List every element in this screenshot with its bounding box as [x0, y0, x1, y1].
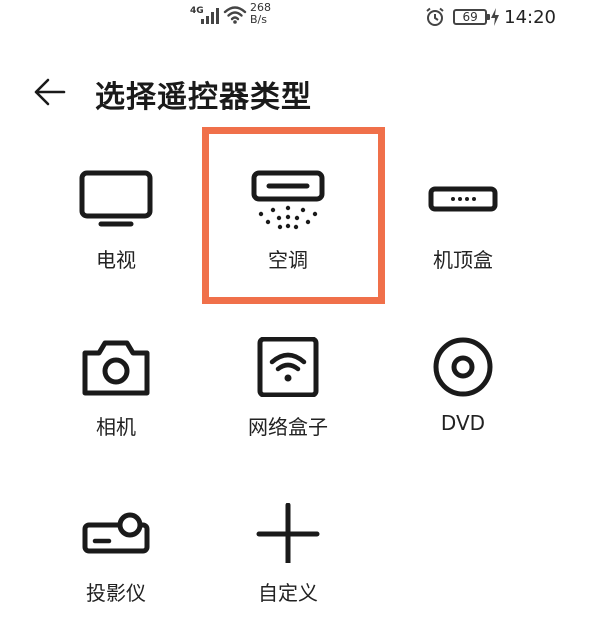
device-label: 投影仪	[86, 581, 146, 605]
alarm-icon	[426, 7, 444, 26]
battery-indicator: 69	[453, 9, 491, 25]
charging-icon	[491, 8, 500, 26]
device-label: 电视	[96, 248, 136, 272]
device-custom[interactable]: 自定义	[213, 503, 363, 606]
device-set-top-box[interactable]: 机顶盒	[388, 170, 538, 273]
plus-icon	[256, 503, 320, 563]
network-speed: 268 B/s	[250, 2, 271, 26]
device-air-conditioner[interactable]: 空调	[213, 170, 363, 273]
tv-icon	[79, 170, 153, 227]
clock: 14:20	[504, 6, 556, 28]
device-tv[interactable]: 电视	[41, 170, 191, 273]
speed-unit: B/s	[250, 13, 267, 26]
status-bar: 4G 268 B/s 69 14:20	[0, 0, 596, 36]
device-label: 相机	[96, 415, 136, 439]
device-label: 机顶盒	[433, 248, 493, 272]
status-right: 69 14:20	[425, 3, 556, 31]
device-network-box[interactable]: 网络盒子	[213, 337, 363, 440]
device-dvd[interactable]: DVD	[388, 337, 538, 435]
device-label: 自定义	[258, 581, 318, 605]
projector-icon	[82, 512, 150, 554]
page-title: 选择遥控器类型	[95, 80, 312, 115]
device-label: DVD	[440, 411, 486, 435]
signal-icon	[201, 8, 219, 24]
device-projector[interactable]: 投影仪	[41, 503, 191, 606]
device-label: 网络盒子	[248, 415, 328, 439]
disc-icon	[433, 337, 493, 397]
back-arrow-icon[interactable]	[30, 72, 70, 112]
network-box-icon	[257, 337, 319, 397]
header: 选择遥控器类型	[0, 60, 596, 120]
wifi-icon	[223, 6, 247, 24]
device-label: 空调	[268, 248, 308, 272]
camera-icon	[82, 340, 150, 396]
air-conditioner-icon	[251, 170, 325, 230]
device-camera[interactable]: 相机	[41, 337, 191, 440]
set-top-box-icon	[428, 186, 498, 212]
